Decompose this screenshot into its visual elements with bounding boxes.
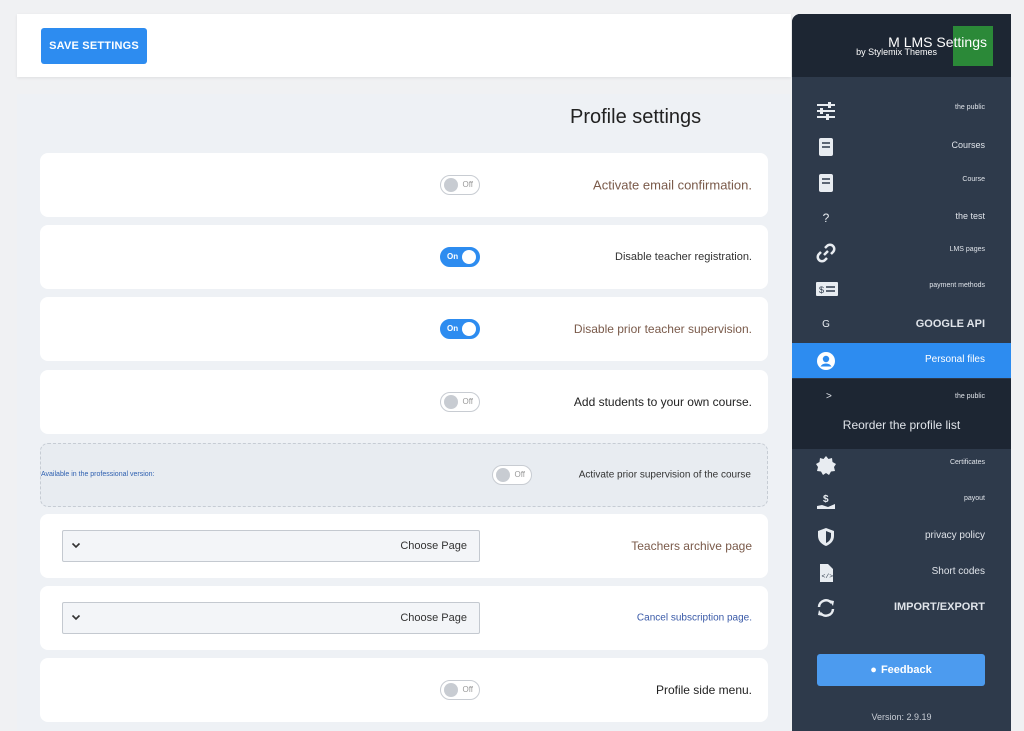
sidebar-item-short-codes[interactable]: </> Short codes: [792, 555, 1011, 590]
sidebar-item-certificates[interactable]: Certificates: [792, 448, 1011, 483]
sidebar-item-courses[interactable]: Courses: [792, 129, 1011, 164]
shield-icon: [816, 527, 836, 547]
money-icon: $: [816, 279, 838, 299]
sidebar-item-course[interactable]: Course: [792, 165, 1011, 200]
profile-side-menu-toggle[interactable]: Off: [440, 680, 480, 700]
email-confirmation-toggle[interactable]: Off: [440, 175, 480, 195]
setting-label: Disable teacher registration.: [615, 251, 752, 263]
sync-icon: [816, 598, 836, 618]
setting-row-add-students: Off Add students to your own course.: [40, 370, 768, 434]
chevron-down-icon: [71, 540, 81, 550]
toggle-knob: [444, 395, 458, 409]
setting-row-teachers-archive: Choose Page Teachers archive page: [40, 514, 768, 578]
sidebar-item-test[interactable]: ? the test: [792, 200, 1011, 235]
setting-label: Profile side menu.: [655, 683, 752, 697]
svg-text:$: $: [819, 285, 824, 295]
feedback-button[interactable]: ● Feedback: [817, 654, 985, 686]
payout-icon: $: [816, 492, 836, 512]
sidebar-item-public[interactable]: the public: [792, 93, 1011, 128]
course-supervision-toggle: Off: [492, 465, 532, 485]
sidebar-item-personal-files[interactable]: Personal files: [792, 343, 1011, 378]
sidebar-subtitle: by Stylemix Themes: [856, 47, 937, 57]
setting-label: Cancel subscription page.: [636, 612, 752, 624]
submenu-parent-link[interactable]: the public: [955, 393, 985, 400]
settings-panel: Profile settings Off Activate email conf…: [17, 94, 791, 731]
sidebar-item-privacy-policy[interactable]: privacy policy: [792, 519, 1011, 554]
setting-row-teacher-registration: On Disable teacher registration.: [40, 225, 768, 289]
teacher-registration-toggle[interactable]: On: [440, 247, 480, 267]
sidebar-item-import-export[interactable]: IMPORT/EXPORT: [792, 590, 1011, 625]
chevron-down-icon: [71, 612, 81, 622]
save-settings-button[interactable]: SAVE SETTINGS: [41, 28, 147, 64]
sidebar-header: M LMS Settings by Stylemix Themes: [792, 14, 1011, 77]
setting-row-teacher-supervision: On Disable prior teacher supervision.: [40, 297, 768, 361]
google-icon: G: [822, 319, 830, 330]
toggle-knob: [462, 322, 476, 336]
setting-row-cancel-subscription: Choose Page Cancel subscription page.: [40, 586, 768, 650]
sidebar-item-google-api[interactable]: G GOOGLE API: [792, 307, 1011, 342]
svg-text:</>: </>: [822, 573, 834, 580]
sidebar-item-payment-methods[interactable]: $ payment methods: [792, 271, 1011, 306]
page-title: Profile settings: [570, 106, 702, 128]
sidebar-item-payout[interactable]: $ payout: [792, 484, 1011, 519]
setting-label: Activate email confirmation.: [593, 177, 752, 193]
svg-text:$: $: [823, 494, 829, 505]
user-circle-icon: [816, 351, 836, 371]
setting-row-email-confirmation: Off Activate email confirmation.: [40, 153, 768, 217]
teachers-archive-select[interactable]: Choose Page: [62, 530, 480, 562]
setting-row-course-supervision-pro: Available in the professional version: O…: [40, 443, 768, 507]
personal-files-submenu: > the public Reorder the profile list: [792, 379, 1011, 449]
add-students-toggle[interactable]: Off: [440, 392, 480, 412]
chat-bubble-icon: ●: [870, 664, 877, 676]
toggle-knob: [462, 250, 476, 264]
sidebar-item-lms-pages[interactable]: LMS pages: [792, 235, 1011, 270]
setting-label: Activate prior supervision of the course: [578, 469, 751, 481]
book-icon: [816, 137, 836, 157]
setting-label: Add students to your own course.: [573, 395, 752, 409]
teacher-supervision-toggle[interactable]: On: [440, 319, 480, 339]
toggle-knob: [496, 468, 510, 482]
setting-row-profile-side-menu: Off Profile side menu.: [40, 658, 768, 722]
question-icon: ?: [822, 211, 830, 225]
version-label: Version: 2.9.19: [871, 712, 932, 722]
toggle-knob: [444, 178, 458, 192]
setting-label: Disable prior teacher supervision.: [573, 322, 752, 336]
sliders-icon: [816, 101, 836, 121]
top-toolbar: SAVE SETTINGS: [17, 14, 791, 77]
link-icon: [816, 243, 836, 263]
submenu-item-reorder[interactable]: Reorder the profile list: [792, 418, 1011, 432]
code-file-icon: </>: [816, 563, 836, 583]
chevron-right-icon: >: [826, 391, 832, 402]
cancel-subscription-select[interactable]: Choose Page: [62, 602, 480, 634]
book-icon: [816, 173, 836, 193]
setting-label: Teachers archive page: [631, 539, 752, 553]
toggle-knob: [444, 683, 458, 697]
badge-icon: [816, 456, 836, 476]
settings-sidebar: M LMS Settings by Stylemix Themes the pu…: [792, 14, 1011, 731]
pro-version-note: Available in the professional version:: [41, 471, 155, 478]
